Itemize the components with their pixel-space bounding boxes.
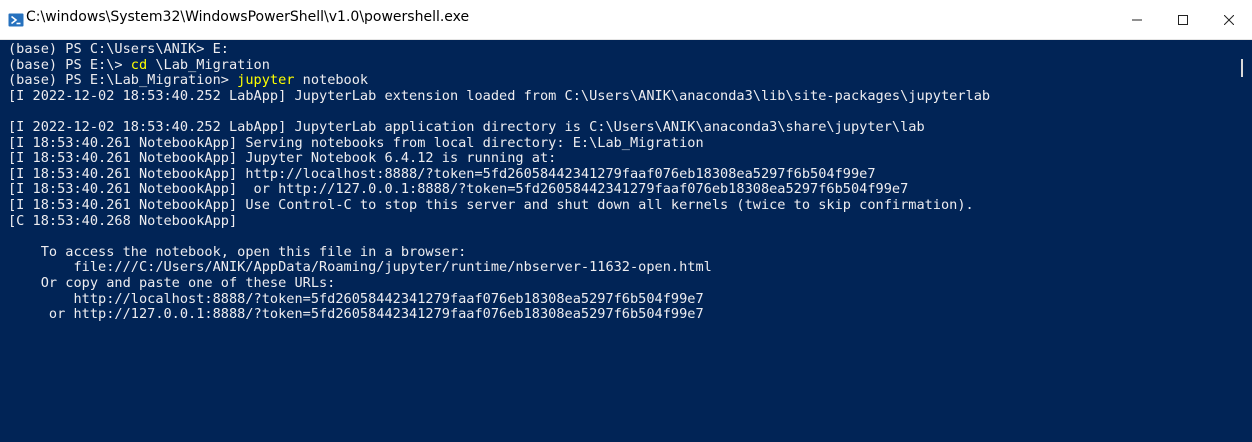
console-line: (base) PS E:\Lab_Migration> jupyter note…	[8, 72, 369, 89]
powershell-icon	[8, 13, 24, 27]
console-line: [I 18:53:40.261 NotebookApp] Jupyter Not…	[8, 150, 557, 167]
window-title: C:\windows\System32\WindowsPowerShell\v1…	[26, 9, 470, 25]
console-output[interactable]: (base) PS C:\Users\ANIK> E: (base) PS E:…	[0, 40, 1240, 442]
command-keyword: jupyter	[237, 72, 295, 89]
command-keyword: cd	[130, 56, 148, 73]
console-line: file:///C:/Users/ANIK/AppData/Roaming/ju…	[8, 259, 712, 276]
console-line: [I 18:53:40.261 NotebookApp] http://loca…	[8, 165, 876, 182]
title-bar[interactable]: C:\windows\System32\WindowsPowerShell\v1…	[0, 0, 1252, 40]
console-line: To access the notebook, open this file i…	[8, 243, 467, 260]
console-line: (base) PS C:\Users\ANIK> E:	[8, 41, 229, 57]
scrollbar-thumb[interactable]	[1241, 59, 1243, 77]
console-line: (base) PS E:\> cd \Lab_Migration	[8, 56, 270, 73]
console-line: or http://127.0.0.1:8888/?token=5fd26058…	[8, 306, 704, 323]
console-line: [I 2022-12-02 18:53:40.252 LabApp] Jupyt…	[8, 118, 925, 135]
console-line: [C 18:53:40.268 NotebookApp]	[8, 212, 238, 229]
minimize-button[interactable]	[1114, 0, 1160, 40]
close-button[interactable]	[1206, 0, 1252, 40]
console-line: [I 18:53:40.261 NotebookApp] or http://1…	[8, 181, 909, 198]
console-line: http://localhost:8888/?token=5fd26058442…	[8, 290, 704, 307]
console-line: [I 2022-12-02 18:53:40.252 LabApp] Jupyt…	[8, 87, 991, 104]
powershell-window: C:\windows\System32\WindowsPowerShell\v1…	[0, 0, 1252, 442]
minimize-icon	[1132, 19, 1142, 21]
close-icon	[1224, 15, 1234, 25]
maximize-icon	[1178, 15, 1188, 25]
console-line: [I 18:53:40.261 NotebookApp] Serving not…	[8, 134, 704, 151]
maximize-button[interactable]	[1160, 0, 1206, 40]
console-line: [I 18:53:40.261 NotebookApp] Use Control…	[8, 196, 974, 213]
console-line: Or copy and paste one of these URLs:	[8, 274, 336, 291]
